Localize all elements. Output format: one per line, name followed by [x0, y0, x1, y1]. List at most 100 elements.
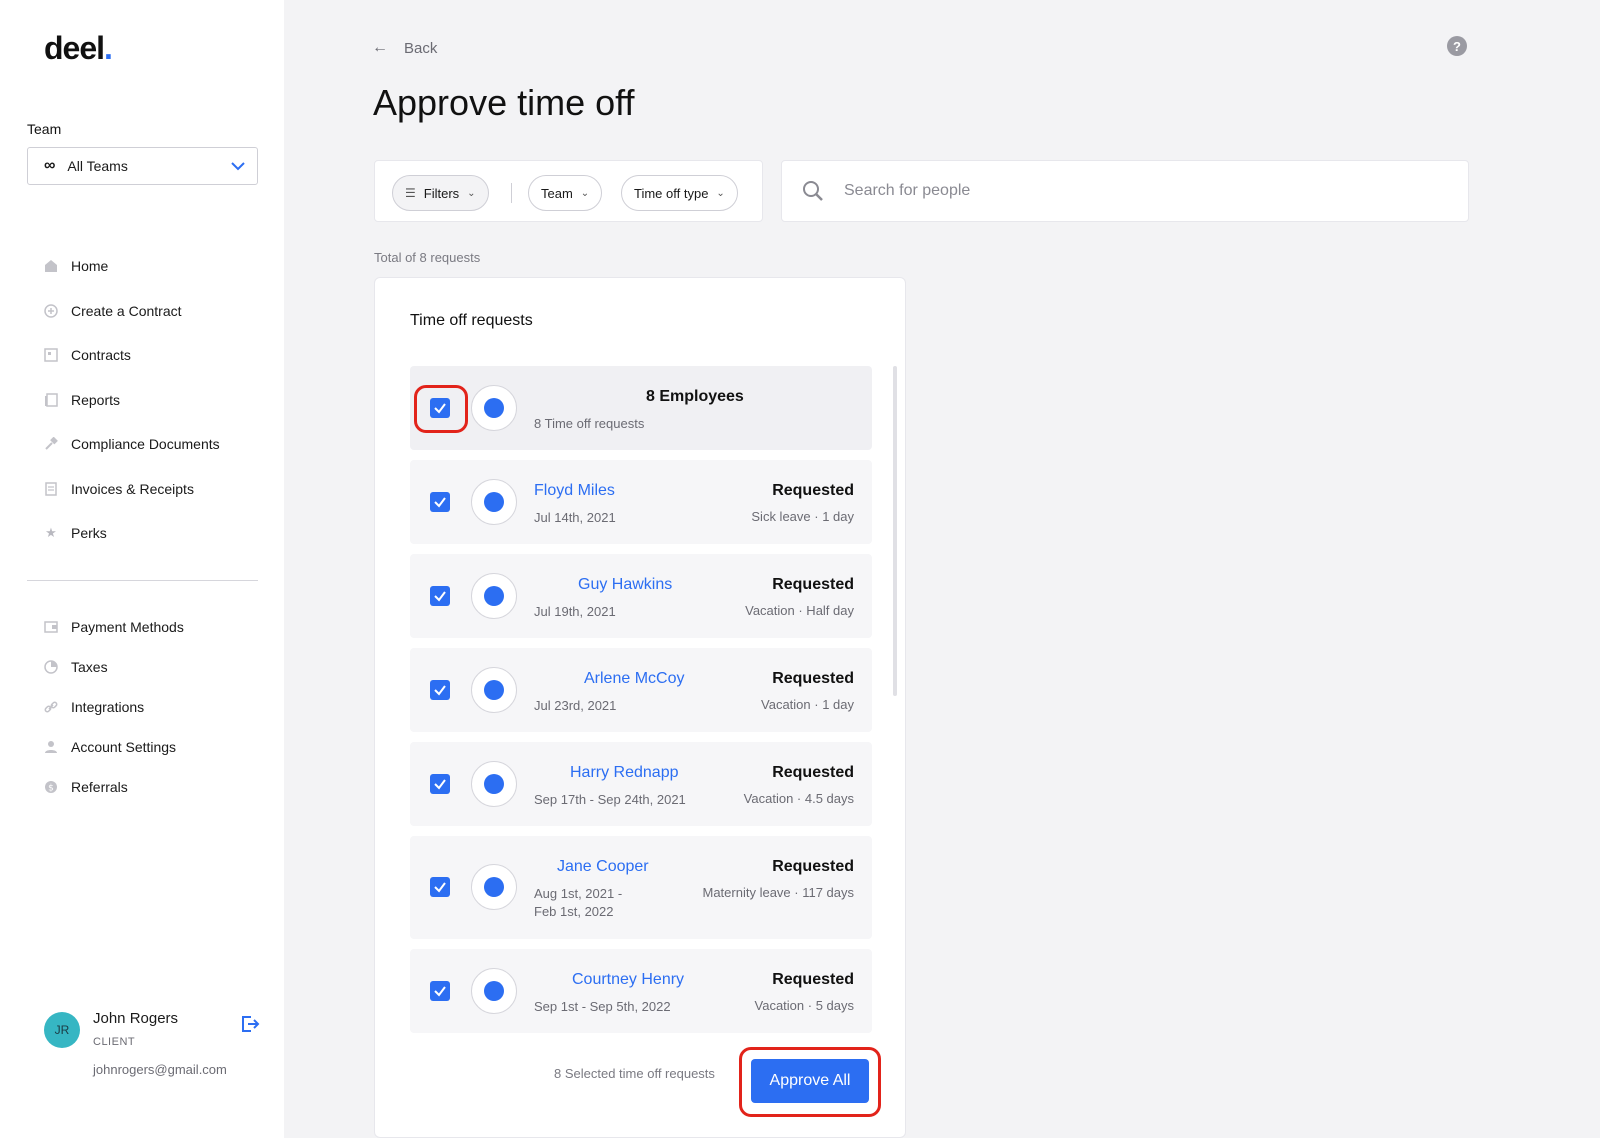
nav-item-integrations[interactable]: Integrations — [44, 697, 184, 717]
logout-icon[interactable] — [240, 1014, 260, 1034]
request-row[interactable]: Floyd Miles Jul 14th, 2021 Requested Sic… — [410, 460, 872, 544]
user-role: CLIENT — [93, 1036, 136, 1048]
chevron-down-icon — [231, 158, 245, 174]
scrollbar[interactable] — [893, 366, 897, 696]
request-status: Requested — [772, 670, 854, 687]
nav-item-label: Reports — [71, 391, 121, 408]
pie-chart-icon — [44, 660, 58, 674]
requests-count: 8 Time off requests — [534, 416, 645, 431]
request-row[interactable]: Guy Hawkins Jul 19th, 2021 Requested Vac… — [410, 554, 872, 638]
arrow-left-icon: ← — [372, 39, 388, 56]
employee-name[interactable]: Arlene McCoy — [584, 670, 684, 688]
employee-name[interactable]: Courtney Henry — [572, 971, 684, 989]
request-list: 8 Employees 8 Time off requests Floyd Mi… — [410, 366, 872, 1043]
nav-item-account-settings[interactable]: Account Settings — [44, 737, 184, 757]
nav-item-create-contract[interactable]: Create a Contract — [44, 301, 220, 321]
nav-item-label: Home — [71, 258, 109, 274]
employee-name[interactable]: Guy Hawkins — [578, 576, 672, 594]
nav-item-invoices[interactable]: Invoices & Receipts — [44, 479, 220, 499]
contract-icon — [44, 348, 58, 362]
link-icon — [44, 700, 58, 714]
time-off-type-filter[interactable]: Time off type ⌄ — [621, 175, 738, 211]
filters-button[interactable]: ☰ Filters ⌄ — [392, 175, 489, 211]
avatar[interactable]: JR — [44, 1012, 80, 1048]
chevron-down-icon: ⌄ — [716, 187, 725, 199]
select-all-checkbox[interactable] — [430, 398, 450, 418]
back-label: Back — [404, 39, 438, 57]
request-date-end: Feb 1st, 2022 — [534, 904, 614, 919]
request-detail: Maternity leave · 117 days — [702, 885, 855, 900]
avatar-placeholder — [471, 761, 517, 807]
nav-item-label: Account Settings — [71, 739, 177, 755]
employee-name[interactable]: Floyd Miles — [534, 482, 615, 500]
chevron-down-icon: ⌄ — [467, 187, 476, 199]
nav-item-label: Compliance Documents — [71, 436, 220, 452]
avatar-placeholder — [471, 667, 517, 713]
search-input[interactable] — [844, 182, 1404, 200]
request-checkbox[interactable] — [430, 492, 450, 512]
request-status: Requested — [772, 576, 854, 593]
filter-separator — [511, 183, 512, 203]
request-checkbox[interactable] — [430, 774, 450, 794]
nav-item-compliance[interactable]: Compliance Documents — [44, 434, 220, 454]
wallet-icon — [44, 620, 58, 634]
nav-item-label: Create a Contract — [71, 302, 182, 319]
team-filter[interactable]: Team ⌄ — [528, 175, 603, 211]
nav-item-home[interactable]: Home — [44, 256, 220, 276]
nav-item-contracts[interactable]: Contracts — [44, 345, 220, 365]
request-row[interactable]: Courtney Henry Sep 1st - Sep 5th, 2022 R… — [410, 949, 872, 1033]
team-select[interactable]: ∞ All Teams — [27, 147, 258, 185]
request-detail: Sick leave · 1 day — [751, 509, 854, 524]
employee-name[interactable]: Jane Cooper — [557, 858, 649, 876]
request-row[interactable]: Arlene McCoy Jul 23rd, 2021 Requested Va… — [410, 648, 872, 732]
team-label: Team — [27, 121, 62, 137]
request-detail: Vacation · 4.5 days — [743, 791, 854, 806]
nav-item-payment-methods[interactable]: Payment Methods — [44, 617, 184, 637]
help-icon[interactable]: ? — [1447, 36, 1467, 56]
invoice-icon — [44, 481, 58, 496]
filters-label: Filters — [423, 185, 460, 201]
main-nav: Home Create a Contract Contracts Reports… — [44, 256, 220, 568]
time-off-type-label: Time off type — [634, 185, 709, 201]
avatar-placeholder — [471, 385, 517, 431]
team-select-value: All Teams — [67, 158, 128, 174]
request-status: Requested — [772, 482, 854, 499]
employee-name[interactable]: Harry Rednapp — [570, 764, 679, 782]
request-detail: Vacation · Half day — [745, 603, 854, 618]
sidebar-divider — [27, 580, 258, 581]
avatar-placeholder — [471, 968, 517, 1014]
request-date: Aug 1st, 2021 - — [534, 886, 623, 901]
sidebar: deel. Team ∞ All Teams Home Create a Con… — [0, 0, 284, 1138]
avatar-placeholder — [471, 479, 517, 525]
nav-item-reports[interactable]: Reports — [44, 390, 220, 410]
request-date: Jul 14th, 2021 — [534, 510, 616, 525]
nav-item-perks[interactable]: ★ Perks — [44, 523, 220, 543]
request-checkbox[interactable] — [430, 680, 450, 700]
user-icon — [44, 740, 58, 754]
home-icon — [44, 259, 58, 273]
nav-item-label: Payment Methods — [71, 619, 184, 635]
filters-bar: ☰ Filters ⌄ Team ⌄ Time off type ⌄ — [374, 160, 763, 222]
nav-item-referrals[interactable]: $ Referrals — [44, 777, 184, 797]
nav-item-taxes[interactable]: Taxes — [44, 657, 184, 677]
team-filter-label: Team — [541, 185, 573, 201]
request-date: Sep 17th - Sep 24th, 2021 — [534, 792, 686, 807]
hammer-icon — [44, 437, 58, 451]
user-panel: JR John Rogers CLIENT johnrogers@gmail.c… — [44, 1010, 264, 1082]
request-checkbox[interactable] — [430, 877, 450, 897]
deel-logo[interactable]: deel. — [44, 30, 113, 67]
request-checkbox[interactable] — [430, 981, 450, 1001]
approve-all-button[interactable]: Approve All — [751, 1059, 869, 1103]
request-date: Jul 19th, 2021 — [534, 604, 616, 619]
request-checkbox[interactable] — [430, 586, 450, 606]
request-row[interactable]: Jane Cooper Aug 1st, 2021 - Feb 1st, 202… — [410, 836, 872, 939]
secondary-nav: Payment Methods Taxes Integrations Accou… — [44, 617, 184, 817]
back-link[interactable]: ← Back — [372, 39, 437, 57]
request-date: Jul 23rd, 2021 — [534, 698, 617, 713]
search-bar — [781, 160, 1469, 222]
selected-count: 8 Selected time off requests — [554, 1066, 715, 1081]
user-email: johnrogers@gmail.com — [93, 1062, 227, 1077]
request-row[interactable]: Harry Rednapp Sep 17th - Sep 24th, 2021 … — [410, 742, 872, 826]
nav-item-label: Invoices & Receipts — [71, 480, 194, 497]
nav-item-label: Referrals — [71, 779, 128, 795]
